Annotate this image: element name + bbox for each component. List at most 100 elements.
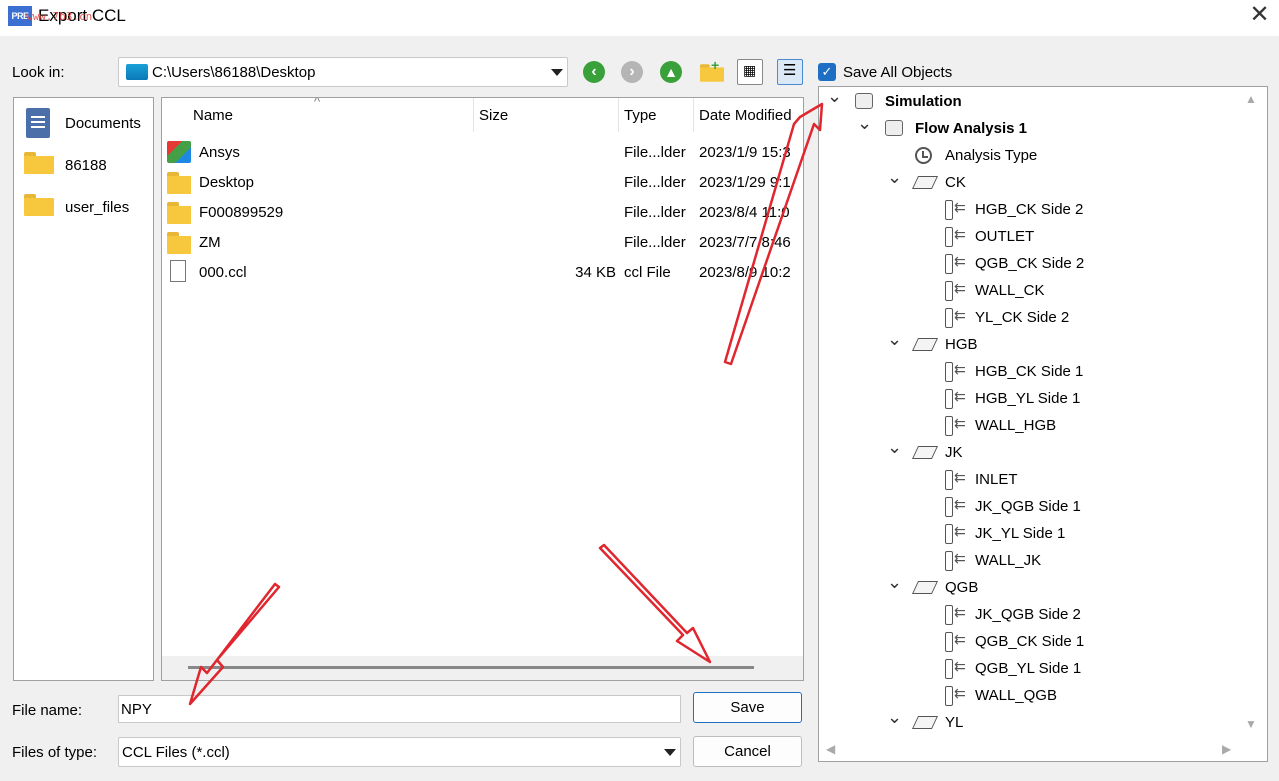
scroll-up-icon[interactable]: ▲: [1245, 92, 1257, 106]
tree-node-label: JK_QGB Side 1: [975, 498, 1081, 515]
chevron-down-icon[interactable]: ⌄: [887, 167, 902, 188]
file-size: 34 KB: [575, 264, 616, 281]
file-type: File...lder: [624, 234, 686, 251]
domain-icon: [911, 338, 939, 351]
chevron-down-icon[interactable]: ⌄: [887, 437, 902, 458]
new-folder-button[interactable]: +: [697, 57, 724, 85]
folder-icon: [167, 172, 191, 194]
place-documents[interactable]: Documents: [14, 106, 153, 142]
file-date: 2023/1/29 9:1: [699, 174, 791, 191]
tree-node-label: HGB_CK Side 2: [975, 201, 1084, 218]
look-in-combo[interactable]: C:\Users\86188\Desktop: [118, 57, 568, 87]
ansys-folder-icon: [167, 141, 191, 163]
tree-node-label: YL_CK Side 2: [975, 309, 1070, 326]
folder-icon: [24, 152, 54, 174]
detail-view-button[interactable]: ☰: [777, 59, 803, 85]
horizontal-scrollbar-thumb[interactable]: [188, 666, 754, 669]
boundary-icon: [945, 469, 967, 490]
place-user-files[interactable]: user_files: [14, 190, 153, 226]
file-row-000-ccl[interactable]: 000.ccl 34 KB ccl File 2023/8/9 10:2: [162, 258, 803, 288]
chevron-down-icon[interactable]: ⌄: [857, 113, 872, 134]
object-tree: ⌄ Simulation ⌄ Flow Analysis 1 Analysis Type…: [818, 86, 1268, 762]
file-type-label: Files of type:: [12, 744, 98, 761]
tree-node-label: HGB_YL Side 1: [975, 390, 1081, 407]
file-type: File...lder: [624, 144, 686, 161]
place-label: 86188: [65, 157, 107, 174]
file-row-desktop[interactable]: Desktop File...lder 2023/1/29 9:1: [162, 168, 803, 198]
place-label: Documents: [65, 115, 141, 132]
tree-node-label: Analysis Type: [945, 147, 1038, 164]
tree-node-label: HGB: [945, 336, 978, 353]
tree-node-label: WALL_HGB: [975, 417, 1057, 434]
up-icon: ▲: [660, 61, 682, 83]
boundary-icon: [945, 631, 967, 652]
column-header-name[interactable]: Name: [193, 107, 233, 124]
boundary-icon: [945, 388, 967, 409]
domain-icon: [911, 716, 939, 729]
close-icon[interactable]: ✕: [1240, 0, 1279, 32]
chevron-down-icon[interactable]: ⌄: [887, 329, 902, 350]
scroll-left-icon[interactable]: ◀: [826, 742, 835, 756]
tree-node-label: QGB_CK Side 2: [975, 255, 1085, 272]
tree-node-label: QGB: [945, 579, 979, 596]
place-86188[interactable]: 86188: [14, 148, 153, 184]
boundary-icon: [945, 685, 967, 706]
file-name: Ansys: [199, 144, 240, 161]
tree-node-label: WALL_QGB: [975, 687, 1057, 704]
boundary-icon: [945, 280, 967, 301]
file-row-ansys[interactable]: Ansys File...lder 2023/1/9 15:3: [162, 138, 803, 168]
tree-node-label: JK_YL Side 1: [975, 525, 1066, 542]
chevron-down-icon[interactable]: ⌄: [887, 707, 902, 728]
boundary-icon: [945, 550, 967, 571]
scroll-down-icon[interactable]: ▼: [1245, 717, 1257, 731]
file-type-combo[interactable]: CCL Files (*.ccl): [118, 737, 681, 767]
chevron-down-icon[interactable]: ⌄: [827, 87, 842, 107]
place-label: user_files: [65, 199, 130, 216]
file-row-f000899529[interactable]: F000899529 File...lder 2023/8/4 11:0: [162, 198, 803, 228]
boundary-icon: [945, 415, 967, 436]
icon-view-icon: ▦: [743, 62, 757, 78]
column-separator: [618, 98, 619, 132]
clock-icon: [915, 147, 932, 164]
column-header-type[interactable]: Type: [624, 107, 657, 124]
file-name-input[interactable]: [118, 695, 681, 723]
places-panel: Documents 86188 user_files: [13, 97, 154, 681]
back-icon: ‹: [583, 61, 605, 83]
file-name: 000.ccl: [199, 264, 247, 281]
domain-icon: [911, 581, 939, 594]
forward-icon: ›: [621, 61, 643, 83]
file-name-label: File name:: [12, 702, 83, 719]
save-button[interactable]: Save: [693, 692, 802, 723]
forward-button[interactable]: ›: [619, 59, 645, 85]
column-header-size[interactable]: Size: [479, 107, 508, 124]
tree-node-label: JK: [945, 444, 963, 461]
tree-node-label: INLET: [975, 471, 1018, 488]
up-button[interactable]: ▲: [658, 59, 684, 85]
file-date: 2023/8/4 11:0: [699, 204, 790, 221]
scroll-right-icon[interactable]: ▶: [1222, 742, 1231, 756]
file-type: File...lder: [624, 204, 686, 221]
icon-view-button[interactable]: ▦: [737, 59, 763, 85]
column-header-date[interactable]: Date Modified: [699, 107, 792, 124]
boundary-icon: [945, 361, 967, 382]
detail-view-icon: ☰: [783, 62, 797, 79]
file-icon: [170, 260, 186, 282]
tree-node-label: WALL_CK: [975, 282, 1045, 299]
tree-node-label: JK_QGB Side 2: [975, 606, 1081, 623]
file-date: 2023/1/9 15:3: [699, 144, 791, 161]
boundary-icon: [945, 658, 967, 679]
boundary-icon: [945, 199, 967, 220]
file-row-zm[interactable]: ZM File...lder 2023/7/7 8:46: [162, 228, 803, 258]
tree-node-label: CK: [945, 174, 966, 191]
cancel-button[interactable]: Cancel: [693, 736, 802, 767]
chevron-down-icon[interactable]: ⌄: [887, 572, 902, 593]
back-button[interactable]: ‹: [581, 59, 607, 85]
tree-node-label: HGB_CK Side 1: [975, 363, 1084, 380]
column-separator: [473, 98, 474, 132]
save-all-checkbox[interactable]: ✓: [818, 63, 836, 81]
folder-icon: [24, 194, 54, 216]
simulation-icon: [855, 93, 873, 109]
chevron-down-icon: [551, 69, 563, 76]
file-name: Desktop: [199, 174, 255, 191]
file-list: ^ Name Size Type Date Modified Ansys Fil…: [161, 97, 804, 681]
